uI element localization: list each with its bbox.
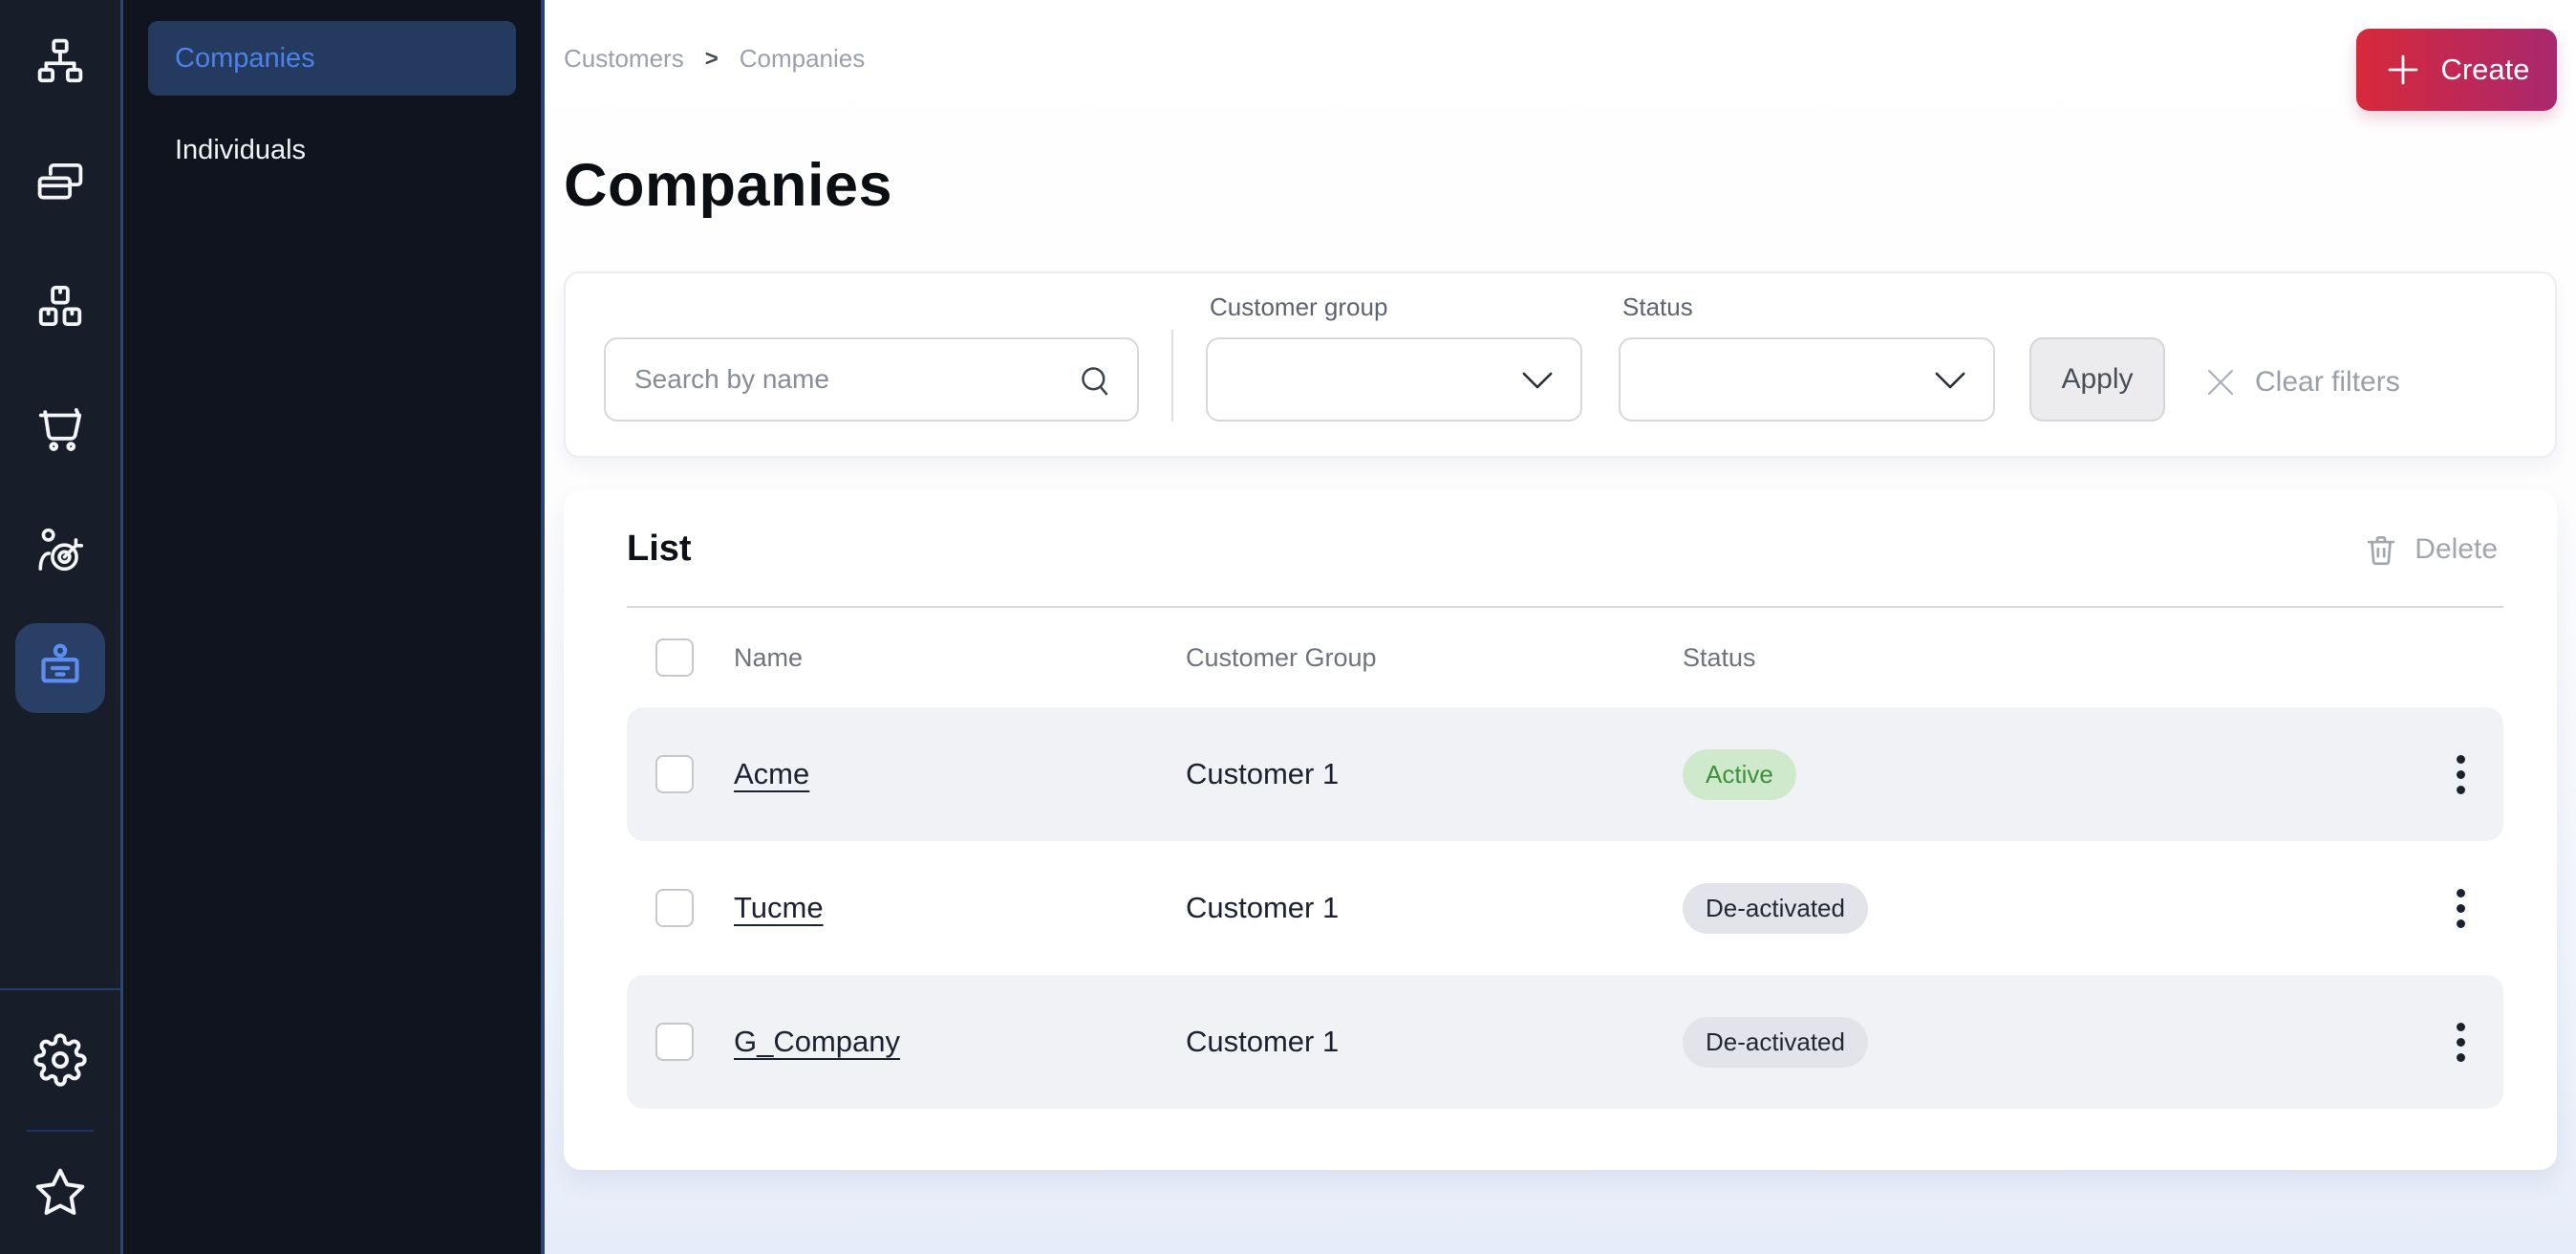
row-menu-button[interactable]	[2447, 1013, 2475, 1071]
chevron-down-icon	[1934, 370, 1966, 396]
status-label: Status	[1622, 292, 1995, 322]
table-row: G_Company Customer 1 De-activated	[627, 975, 2503, 1109]
favorites-icon[interactable]	[0, 1132, 120, 1254]
cart-icon[interactable]	[0, 367, 120, 489]
sidebar-item-individuals[interactable]: Individuals	[148, 113, 516, 187]
icon-sidebar	[0, 0, 123, 1254]
list-card: List Delete Name Customer Group Status	[564, 490, 2557, 1170]
filter-card: Customer group Status Apply	[564, 271, 2557, 458]
delete-button[interactable]: Delete	[2357, 530, 2503, 569]
table-row: Tucme Customer 1 De-activated	[627, 841, 2503, 975]
row-checkbox[interactable]	[655, 755, 694, 793]
chevron-down-icon	[1521, 370, 1554, 396]
clear-filters-button[interactable]: Clear filters	[2198, 364, 2406, 400]
sidebar-item-companies[interactable]: Companies	[148, 21, 516, 96]
page-title: Companies	[564, 151, 2557, 220]
trash-icon	[2363, 531, 2399, 568]
payments-icon[interactable]	[0, 122, 120, 245]
company-name-link[interactable]: Acme	[734, 757, 809, 790]
customer-group-select[interactable]	[1206, 337, 1582, 422]
app-window: Companies Individuals Customers > Compan…	[0, 0, 2576, 1254]
clear-filters-label: Clear filters	[2255, 366, 2400, 399]
column-header-name: Name	[734, 643, 1186, 673]
row-checkbox[interactable]	[655, 889, 694, 927]
close-icon	[2203, 365, 2238, 400]
company-name-link[interactable]: G_Company	[734, 1025, 900, 1058]
search-input[interactable]	[604, 337, 1139, 422]
targeting-icon[interactable]	[0, 489, 120, 612]
list-header: List Delete	[627, 529, 2503, 570]
breadcrumb-companies[interactable]: Companies	[740, 44, 866, 74]
row-menu-button[interactable]	[2447, 746, 2475, 804]
create-button-label: Create	[2440, 53, 2529, 87]
search-wrap	[604, 337, 1139, 422]
select-all-checkbox[interactable]	[655, 638, 694, 677]
row-checkbox[interactable]	[655, 1023, 694, 1061]
breadcrumb-separator: >	[705, 46, 719, 73]
apply-button[interactable]: Apply	[2029, 337, 2165, 422]
customer-group-filter: Customer group	[1206, 292, 1582, 422]
column-header-group: Customer Group	[1186, 643, 1683, 673]
sidebar-item-companies-label: Companies	[175, 43, 315, 75]
filter-divider	[1171, 330, 1173, 422]
plus-icon	[2383, 50, 2423, 90]
secondary-sidebar: Companies Individuals	[123, 0, 545, 1254]
customers-badge-icon[interactable]	[15, 623, 105, 713]
company-name-link[interactable]: Tucme	[734, 891, 824, 924]
customer-group-cell: Customer 1	[1186, 757, 1683, 791]
column-header-status: Status	[1683, 643, 2417, 673]
customer-group-label: Customer group	[1210, 292, 1582, 322]
create-button[interactable]: Create	[2356, 29, 2557, 111]
customer-group-cell: Customer 1	[1186, 891, 1683, 925]
status-badge: De-activated	[1683, 883, 1868, 934]
table-header-row: Name Customer Group Status	[627, 608, 2503, 707]
status-filter: Status	[1619, 292, 1995, 422]
breadcrumb: Customers > Companies	[564, 44, 865, 74]
breadcrumb-customers[interactable]: Customers	[564, 44, 684, 74]
list-title: List	[627, 529, 692, 570]
main-content: Customers > Companies Create Companies	[545, 0, 2576, 1254]
status-select[interactable]	[1619, 337, 1995, 422]
table-row: Acme Customer 1 Active	[627, 707, 2503, 841]
row-menu-button[interactable]	[2447, 879, 2475, 938]
settings-icon[interactable]	[0, 990, 120, 1130]
products-icon[interactable]	[0, 245, 120, 367]
customer-group-cell: Customer 1	[1186, 1025, 1683, 1059]
sidebar-item-individuals-label: Individuals	[175, 135, 306, 166]
delete-button-label: Delete	[2415, 533, 2498, 566]
table-body: Acme Customer 1 Active Tucme Customer 1 …	[627, 707, 2503, 1109]
status-badge: De-activated	[1683, 1017, 1868, 1068]
status-badge: Active	[1683, 749, 1796, 800]
topbar: Customers > Companies Create	[564, 29, 2557, 111]
org-chart-icon[interactable]	[0, 0, 120, 122]
